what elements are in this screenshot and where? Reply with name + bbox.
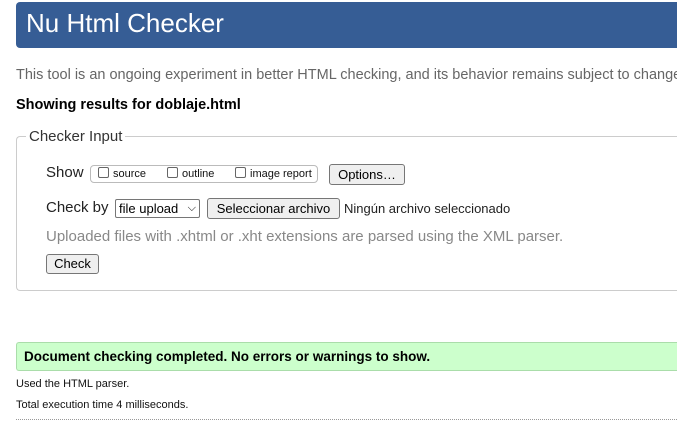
image-report-checkbox[interactable] bbox=[235, 167, 246, 178]
parser-info: Used the HTML parser. bbox=[16, 378, 130, 390]
chevron-down-icon: ⌵ bbox=[187, 202, 196, 214]
choose-file-button[interactable]: Seleccionar archivo bbox=[207, 198, 340, 219]
file-status-text: Ningún archivo seleccionado bbox=[344, 201, 511, 216]
show-label: Show bbox=[46, 164, 84, 181]
outline-checkbox-label[interactable]: outline bbox=[182, 168, 214, 180]
page-title: Nu Html Checker bbox=[26, 8, 224, 38]
check-by-label: Check by bbox=[46, 199, 109, 216]
page-header: Nu Html Checker bbox=[16, 2, 677, 48]
success-message: Document checking completed. No errors o… bbox=[24, 349, 431, 364]
results-heading: Showing results for doblaje.html bbox=[16, 97, 241, 113]
image-report-checkbox-label[interactable]: image report bbox=[250, 168, 312, 180]
outline-checkbox[interactable] bbox=[167, 167, 178, 178]
source-checkbox-label[interactable]: source bbox=[113, 168, 146, 180]
success-message-box: Document checking completed. No errors o… bbox=[16, 342, 677, 371]
options-button[interactable]: Options… bbox=[329, 164, 405, 185]
divider bbox=[16, 419, 677, 420]
checker-input-legend: Checker Input bbox=[26, 128, 126, 145]
check-button[interactable]: Check bbox=[46, 254, 99, 274]
intro-text: This tool is an ongoing experiment in be… bbox=[16, 67, 677, 83]
check-by-select-value: file upload bbox=[119, 201, 179, 216]
execution-time: Total execution time 4 milliseconds. bbox=[16, 399, 189, 411]
source-checkbox[interactable] bbox=[98, 167, 109, 178]
parser-hint: Uploaded files with .xhtml or .xht exten… bbox=[46, 228, 564, 245]
check-by-select[interactable]: file upload ⌵ bbox=[115, 199, 200, 218]
